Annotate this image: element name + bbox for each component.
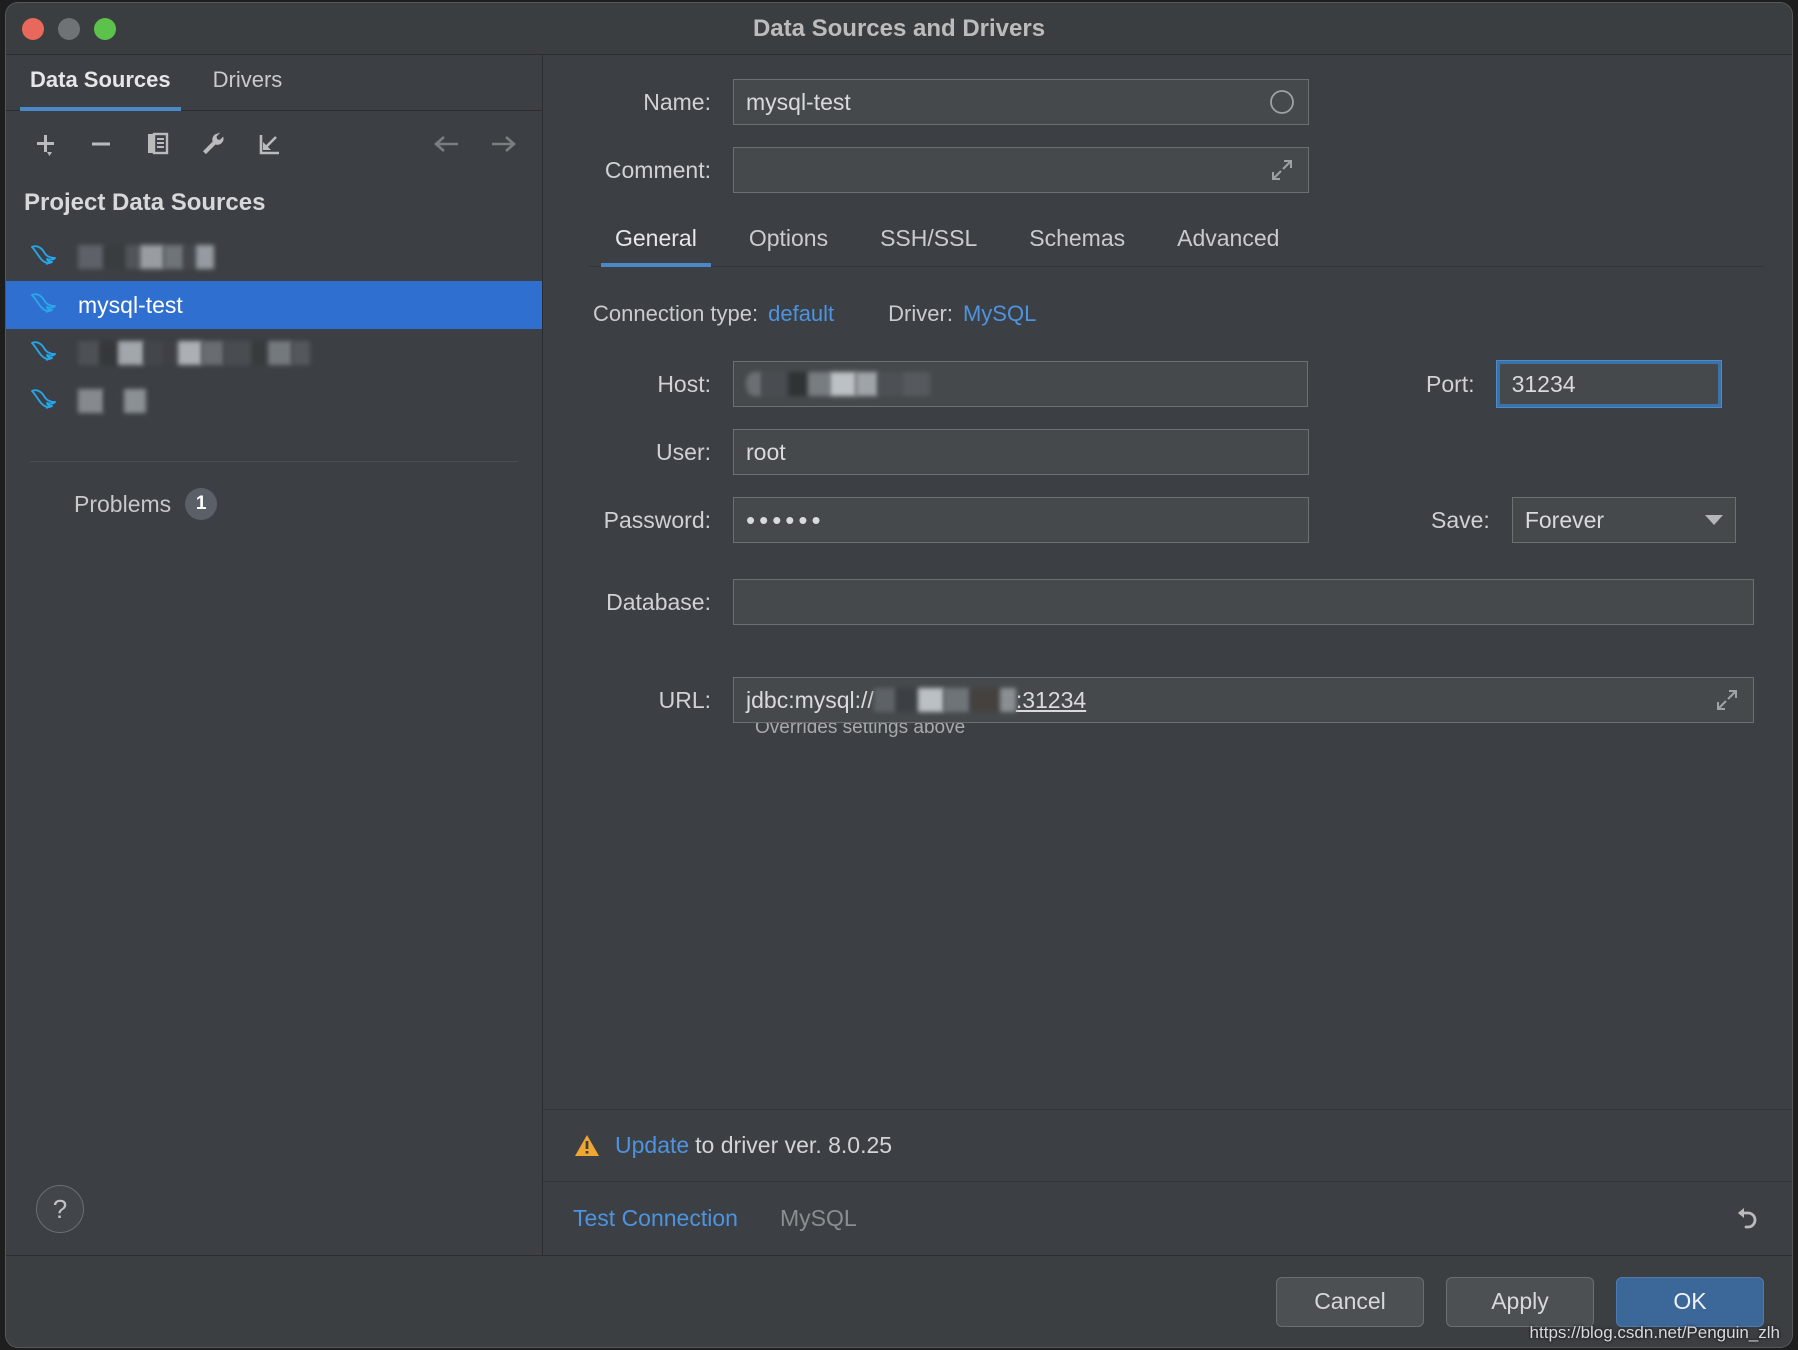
problems-label: Problems bbox=[74, 490, 172, 517]
nav-back-button[interactable] bbox=[430, 127, 464, 161]
password-value: •••••• bbox=[746, 505, 825, 535]
driver-value[interactable]: MySQL bbox=[963, 301, 1036, 327]
database-row: Database: bbox=[571, 579, 1764, 625]
comment-row: Comment: bbox=[571, 147, 1764, 193]
password-label: Password: bbox=[603, 506, 711, 533]
duplicate-data-source-button[interactable] bbox=[140, 127, 174, 161]
window-title: Data Sources and Drivers bbox=[752, 14, 1046, 42]
apply-button[interactable]: Apply bbox=[1446, 1276, 1594, 1327]
tab-drivers[interactable]: Drivers bbox=[213, 55, 303, 111]
connection-type-row: Connection type: default Driver: MySQL bbox=[593, 301, 1764, 327]
title-bar: Data Sources and Drivers bbox=[6, 3, 1792, 55]
properties-wrench-button[interactable] bbox=[196, 127, 230, 161]
host-label: Host: bbox=[657, 370, 711, 397]
cancel-button[interactable]: Cancel bbox=[1276, 1276, 1424, 1327]
redacted-url-host bbox=[873, 687, 1016, 713]
list-item-label: mysql-test bbox=[78, 291, 183, 318]
name-row: Name: mysql-test bbox=[571, 79, 1764, 125]
save-value: Forever bbox=[1524, 506, 1605, 533]
connection-type-label: Connection type: bbox=[593, 301, 759, 326]
list-item-mysql-test[interactable]: mysql-test bbox=[6, 281, 542, 329]
redacted-name bbox=[78, 340, 310, 366]
tab-ssh-ssl[interactable]: SSH/SSL bbox=[854, 215, 1003, 266]
sidebar: Data Sources Drivers Project Data Source… bbox=[6, 55, 543, 1255]
name-value: mysql-test bbox=[746, 88, 851, 115]
comment-label: Comment: bbox=[604, 156, 711, 183]
add-data-source-button[interactable] bbox=[28, 127, 62, 161]
tab-schemas[interactable]: Schemas bbox=[1003, 215, 1151, 266]
driver-update-bar: Update to driver ver. 8.0.25 bbox=[543, 1109, 1792, 1181]
url-value: jdbc:mysql:// :31234 bbox=[746, 687, 1086, 714]
mysql-dolphin-icon bbox=[28, 288, 62, 323]
user-row: User: root bbox=[571, 429, 1764, 475]
redacted-name bbox=[78, 388, 146, 414]
tab-options[interactable]: Options bbox=[723, 215, 854, 266]
status-bar: Test Connection MySQL bbox=[543, 1181, 1792, 1255]
warning-triangle-icon bbox=[573, 1132, 601, 1160]
connection-form: Name: mysql-test Comment: General Option… bbox=[543, 55, 1792, 1109]
list-item[interactable] bbox=[6, 377, 542, 425]
name-label: Name: bbox=[643, 88, 711, 115]
sidebar-tabs: Data Sources Drivers bbox=[6, 55, 542, 111]
tab-advanced[interactable]: Advanced bbox=[1151, 215, 1305, 266]
chevron-down-icon bbox=[1704, 515, 1723, 525]
dialog-footer: Cancel Apply OK https://blog.csdn.net/Pe… bbox=[6, 1255, 1792, 1347]
save-dropdown[interactable]: Forever bbox=[1511, 497, 1736, 543]
port-input[interactable]: 31234 bbox=[1495, 360, 1722, 408]
password-input[interactable]: •••••• bbox=[733, 497, 1309, 543]
port-label: Port: bbox=[1426, 370, 1475, 397]
mysql-dolphin-icon bbox=[28, 384, 62, 419]
list-item[interactable] bbox=[6, 329, 542, 377]
connection-type-value[interactable]: default bbox=[768, 301, 834, 327]
expand-icon[interactable] bbox=[1713, 686, 1741, 714]
host-input[interactable] bbox=[733, 361, 1308, 407]
test-connection-link[interactable]: Test Connection bbox=[573, 1205, 738, 1232]
list-item[interactable] bbox=[6, 233, 542, 281]
url-input[interactable]: jdbc:mysql:// :31234 bbox=[733, 677, 1754, 723]
url-row: URL: jdbc:mysql://:31234 bbox=[571, 677, 1764, 723]
ok-button[interactable]: OK bbox=[1616, 1276, 1764, 1327]
redacted-name bbox=[78, 244, 214, 270]
database-input[interactable] bbox=[733, 579, 1754, 625]
nav-forward-button[interactable] bbox=[486, 127, 520, 161]
database-label: Database: bbox=[606, 588, 711, 615]
mysql-dolphin-icon bbox=[28, 336, 62, 371]
help-button[interactable]: ? bbox=[36, 1185, 84, 1233]
data-sources-dialog: Data Sources and Drivers Data Sources Dr… bbox=[6, 3, 1792, 1347]
tab-data-sources[interactable]: Data Sources bbox=[20, 55, 191, 111]
url-label: URL: bbox=[658, 686, 711, 713]
revert-arrow-icon[interactable] bbox=[1728, 1201, 1764, 1237]
mysql-dolphin-icon bbox=[28, 240, 62, 275]
data-source-list: mysql-test bbox=[6, 229, 542, 425]
password-row: Password: •••••• Save: Forever bbox=[571, 497, 1764, 543]
port-value: 31234 bbox=[1511, 370, 1576, 397]
user-value: root bbox=[746, 438, 786, 465]
remove-data-source-button[interactable] bbox=[84, 127, 118, 161]
tab-general[interactable]: General bbox=[589, 215, 723, 267]
save-label: Save: bbox=[1431, 506, 1490, 533]
driver-label: Driver: bbox=[888, 301, 953, 326]
comment-input[interactable] bbox=[733, 147, 1309, 193]
user-label: User: bbox=[656, 438, 711, 465]
url-prefix: jdbc:mysql:// bbox=[746, 686, 874, 713]
expand-icon[interactable] bbox=[1268, 156, 1296, 184]
detail-panel: Name: mysql-test Comment: General Option… bbox=[543, 55, 1792, 1255]
detail-tabs: General Options SSH/SSL Schemas Advanced bbox=[589, 215, 1764, 267]
import-button[interactable] bbox=[252, 127, 286, 161]
name-input[interactable]: mysql-test bbox=[733, 79, 1309, 125]
problems-row[interactable]: Problems 1 bbox=[6, 462, 542, 520]
redacted-host-value bbox=[746, 371, 930, 397]
sidebar-toolbar bbox=[6, 111, 542, 177]
driver-update-link[interactable]: Update bbox=[615, 1132, 689, 1159]
dialog-body: Data Sources Drivers Project Data Source… bbox=[6, 55, 1792, 1255]
section-label: Project Data Sources bbox=[24, 189, 266, 216]
url-suffix: :31234 bbox=[1015, 686, 1087, 713]
color-circle-icon[interactable] bbox=[1268, 88, 1296, 116]
problems-count-badge: 1 bbox=[185, 488, 218, 520]
driver-update-text: to driver ver. 8.0.25 bbox=[695, 1132, 893, 1158]
driver-name-label: MySQL bbox=[779, 1205, 857, 1231]
host-port-row: Host: Port: 31234 bbox=[571, 360, 1764, 408]
user-input[interactable]: root bbox=[733, 429, 1309, 475]
